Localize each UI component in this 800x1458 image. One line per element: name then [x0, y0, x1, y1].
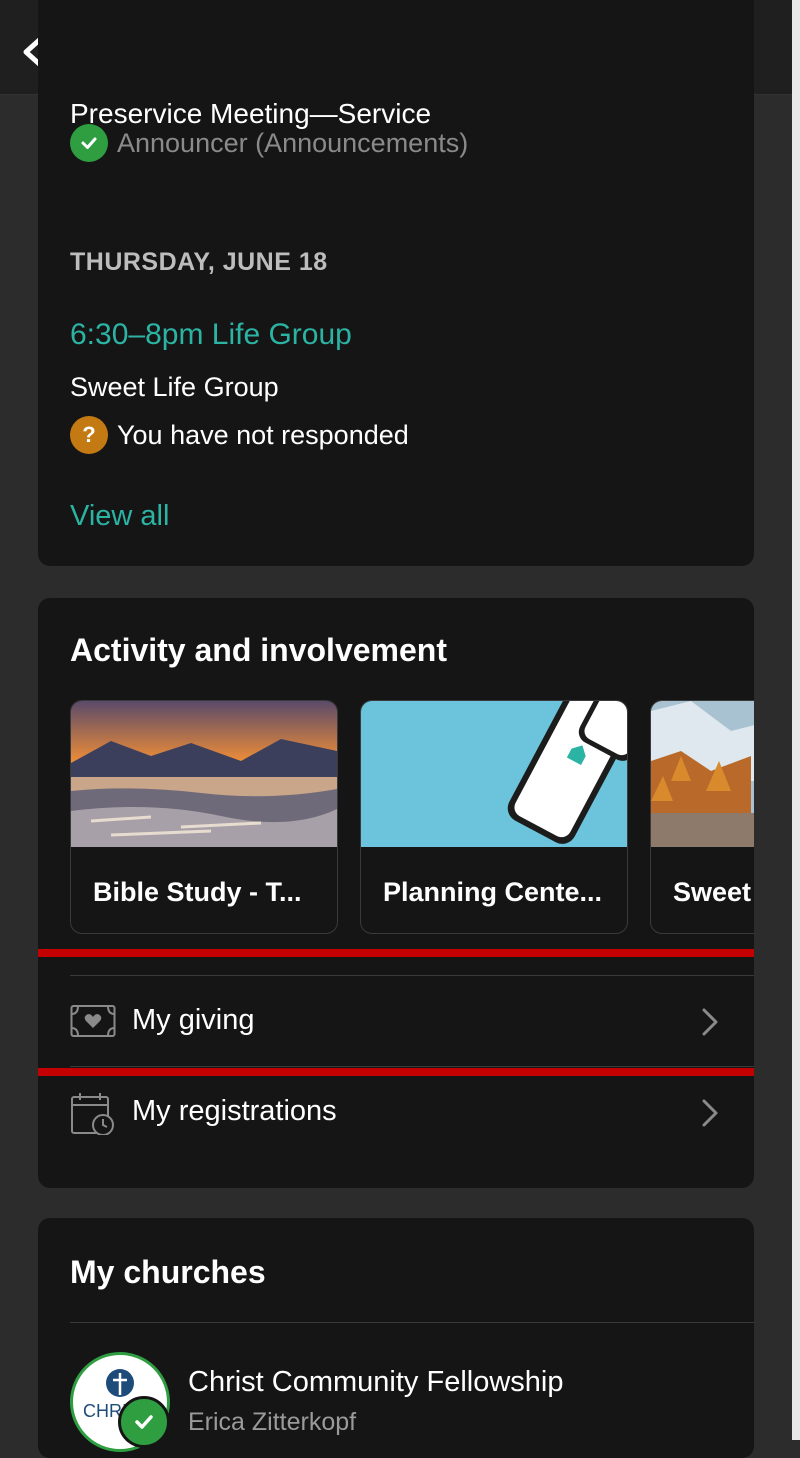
service-role: Announcer (Announcements) [117, 127, 469, 158]
activity-tile-sweet[interactable]: Sweet [650, 700, 754, 934]
chevron-right-icon [702, 1099, 718, 1127]
event-time-link[interactable]: 6:30–8pm Life Group [70, 318, 352, 352]
giving-icon [70, 1005, 116, 1037]
upcoming-schedule-card: Preservice Meeting—Service Announcer (An… [38, 0, 754, 566]
activity-tile-label: Bible Study - T... [93, 877, 302, 907]
lake-sunset-image [71, 701, 337, 847]
service-role-row: Announcer (Announcements) [70, 124, 468, 162]
activity-carousel[interactable]: Bible Study - T... Planning Cente... Swe… [70, 700, 754, 936]
activity-tile-label: Sweet [673, 877, 752, 907]
confirmed-check-icon [70, 124, 108, 162]
autumn-mountain-image [651, 701, 754, 847]
activity-tile-planning-center[interactable]: Planning Cente... [360, 700, 628, 934]
my-giving-label: My giving [132, 1004, 255, 1036]
date-heading: THURSDAY, JUNE 18 [70, 248, 328, 276]
church-name[interactable]: Christ Community Fellowship [188, 1366, 564, 1399]
chevron-right-icon [702, 1008, 718, 1036]
event-name: Sweet Life Group [70, 372, 279, 402]
divider [70, 1322, 754, 1323]
response-status: You have not responded [117, 419, 409, 450]
view-all-link[interactable]: View all [70, 500, 169, 533]
churches-title: My churches [70, 1254, 266, 1290]
question-icon: ? [70, 416, 108, 454]
church-user-name: Erica Zitterkopf [188, 1408, 357, 1436]
activity-title: Activity and involvement [70, 632, 447, 668]
my-giving-row[interactable]: My giving [70, 976, 754, 1066]
registrations-icon [71, 1093, 114, 1135]
phones-image [361, 701, 627, 847]
activity-tile-bible-study[interactable]: Bible Study - T... [70, 700, 338, 934]
my-registrations-label: My registrations [132, 1095, 337, 1127]
my-churches-card: My churches CHRI Christ Community Fellow… [38, 1218, 754, 1458]
church-selected-check-icon [118, 1396, 170, 1448]
response-status-row: ? You have not responded [70, 416, 409, 454]
activity-card: Activity and involvement Bible Study - T… [38, 598, 754, 1188]
activity-tile-label: Planning Cente... [383, 877, 603, 907]
scrollbar[interactable] [792, 0, 800, 1440]
my-registrations-row[interactable]: My registrations [70, 1067, 754, 1157]
